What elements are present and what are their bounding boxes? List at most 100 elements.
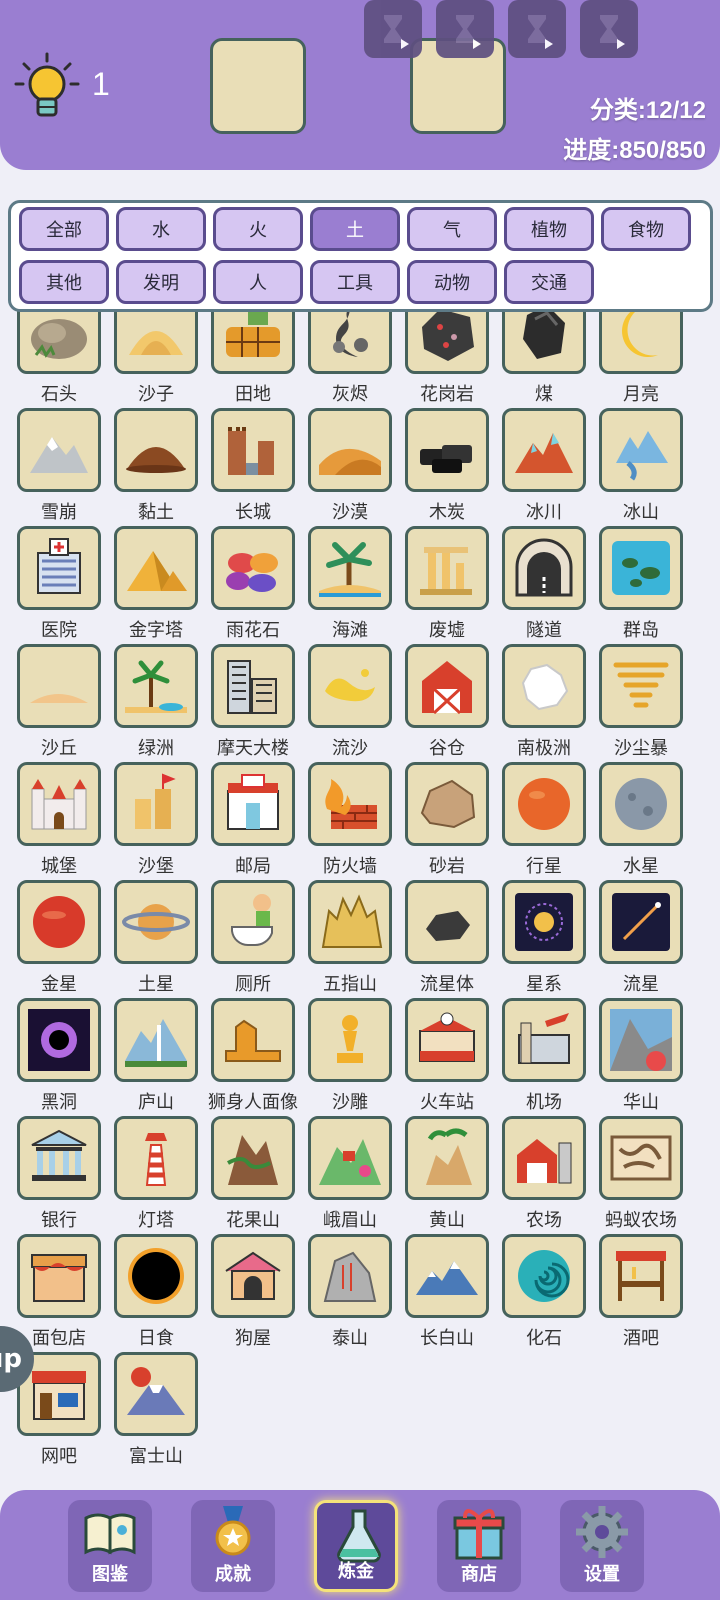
element-tile[interactable] — [502, 1234, 586, 1318]
element-item[interactable]: 农场 — [499, 1116, 589, 1234]
element-item[interactable]: 酒吧 — [596, 1234, 686, 1352]
element-item[interactable]: 面包店 — [14, 1234, 104, 1352]
element-tile[interactable] — [308, 880, 392, 964]
filter-tab-2[interactable]: 火 — [213, 207, 303, 251]
element-tile[interactable] — [308, 1234, 392, 1318]
element-item[interactable]: 机场 — [499, 998, 589, 1116]
element-item[interactable]: 防火墙 — [305, 762, 395, 880]
element-item[interactable]: 废墟 — [402, 526, 492, 644]
element-tile[interactable] — [405, 644, 489, 728]
element-tile[interactable] — [211, 644, 295, 728]
element-tile[interactable] — [17, 526, 101, 610]
element-tile[interactable] — [114, 408, 198, 492]
filter-tab-6[interactable]: 食物 — [601, 207, 691, 251]
element-tile[interactable] — [308, 644, 392, 728]
element-item[interactable]: 绿洲 — [111, 644, 201, 762]
element-tile[interactable] — [405, 1234, 489, 1318]
element-tile[interactable] — [114, 526, 198, 610]
element-tile[interactable] — [502, 644, 586, 728]
element-tile[interactable] — [308, 998, 392, 1082]
filter-tab-8[interactable]: 发明 — [116, 260, 206, 304]
element-tile[interactable] — [599, 880, 683, 964]
element-item[interactable]: 谷仓 — [402, 644, 492, 762]
element-tile[interactable] — [17, 880, 101, 964]
element-tile[interactable] — [405, 880, 489, 964]
element-item[interactable]: 雪崩 — [14, 408, 104, 526]
element-item[interactable]: 狮身人面像 — [208, 998, 298, 1116]
element-tile[interactable] — [405, 408, 489, 492]
element-item[interactable]: 隧道 — [499, 526, 589, 644]
element-item[interactable]: 峨眉山 — [305, 1116, 395, 1234]
element-tile[interactable] — [17, 408, 101, 492]
element-item[interactable]: 冰川 — [499, 408, 589, 526]
element-tile[interactable] — [308, 408, 392, 492]
filter-tab-4[interactable]: 气 — [407, 207, 497, 251]
element-item[interactable]: 化石 — [499, 1234, 589, 1352]
nav-gear[interactable]: 设置 — [560, 1500, 644, 1592]
element-tile[interactable] — [114, 998, 198, 1082]
element-item[interactable]: 冰山 — [596, 408, 686, 526]
element-item[interactable]: 花岗岩 — [402, 300, 492, 408]
element-item[interactable]: 流星 — [596, 880, 686, 998]
element-tile[interactable] — [308, 1116, 392, 1200]
element-item[interactable]: 沙雕 — [305, 998, 395, 1116]
element-tile[interactable] — [211, 880, 295, 964]
element-tile[interactable] — [114, 1234, 198, 1318]
element-item[interactable]: 石头 — [14, 300, 104, 408]
filter-tab-11[interactable]: 动物 — [407, 260, 497, 304]
element-tile[interactable] — [599, 998, 683, 1082]
element-item[interactable]: 沙尘暴 — [596, 644, 686, 762]
element-tile[interactable] — [405, 998, 489, 1082]
element-tile[interactable] — [502, 880, 586, 964]
filter-tab-12[interactable]: 交通 — [504, 260, 594, 304]
element-item[interactable]: 南极洲 — [499, 644, 589, 762]
element-item[interactable]: 华山 — [596, 998, 686, 1116]
element-tile[interactable] — [17, 644, 101, 728]
element-item[interactable]: 黄山 — [402, 1116, 492, 1234]
element-item[interactable]: 沙丘 — [14, 644, 104, 762]
element-tile[interactable] — [502, 998, 586, 1082]
element-item[interactable]: 银行 — [14, 1116, 104, 1234]
element-item[interactable]: 城堡 — [14, 762, 104, 880]
element-tile[interactable] — [211, 998, 295, 1082]
element-item[interactable]: 沙堡 — [111, 762, 201, 880]
element-item[interactable]: 医院 — [14, 526, 104, 644]
element-item[interactable]: 长城 — [208, 408, 298, 526]
element-tile[interactable] — [17, 1116, 101, 1200]
element-tile[interactable] — [114, 1352, 198, 1436]
element-item[interactable]: 海滩 — [305, 526, 395, 644]
element-tile[interactable] — [114, 880, 198, 964]
element-item[interactable]: 富士山 — [111, 1352, 201, 1470]
nav-medal[interactable]: 成就 — [191, 1500, 275, 1592]
element-item[interactable]: 沙漠 — [305, 408, 395, 526]
element-tile[interactable] — [211, 408, 295, 492]
element-item[interactable]: 邮局 — [208, 762, 298, 880]
element-tile[interactable] — [502, 408, 586, 492]
element-tile[interactable] — [502, 1116, 586, 1200]
element-item[interactable]: 长白山 — [402, 1234, 492, 1352]
filter-tab-9[interactable]: 人 — [213, 260, 303, 304]
element-item[interactable]: 金字塔 — [111, 526, 201, 644]
element-tile[interactable] — [599, 526, 683, 610]
element-item[interactable]: 月亮 — [596, 300, 686, 408]
nav-book[interactable]: 图鉴 — [68, 1500, 152, 1592]
element-tile[interactable] — [114, 1116, 198, 1200]
element-item[interactable]: 雨花石 — [208, 526, 298, 644]
filter-tab-5[interactable]: 植物 — [504, 207, 594, 251]
element-tile[interactable] — [211, 1116, 295, 1200]
element-item[interactable]: 金星 — [14, 880, 104, 998]
element-tile[interactable] — [599, 1116, 683, 1200]
element-tile[interactable] — [17, 762, 101, 846]
element-tile[interactable] — [502, 762, 586, 846]
element-item[interactable]: 田地 — [208, 300, 298, 408]
element-item[interactable]: 厕所 — [208, 880, 298, 998]
lightbulb-icon[interactable] — [14, 52, 80, 122]
element-tile[interactable] — [114, 644, 198, 728]
filter-tab-0[interactable]: 全部 — [19, 207, 109, 251]
element-tile[interactable] — [599, 762, 683, 846]
element-item[interactable]: 流星体 — [402, 880, 492, 998]
element-tile[interactable] — [599, 1234, 683, 1318]
element-item[interactable]: 花果山 — [208, 1116, 298, 1234]
element-item[interactable]: 木炭 — [402, 408, 492, 526]
element-tile[interactable] — [405, 762, 489, 846]
